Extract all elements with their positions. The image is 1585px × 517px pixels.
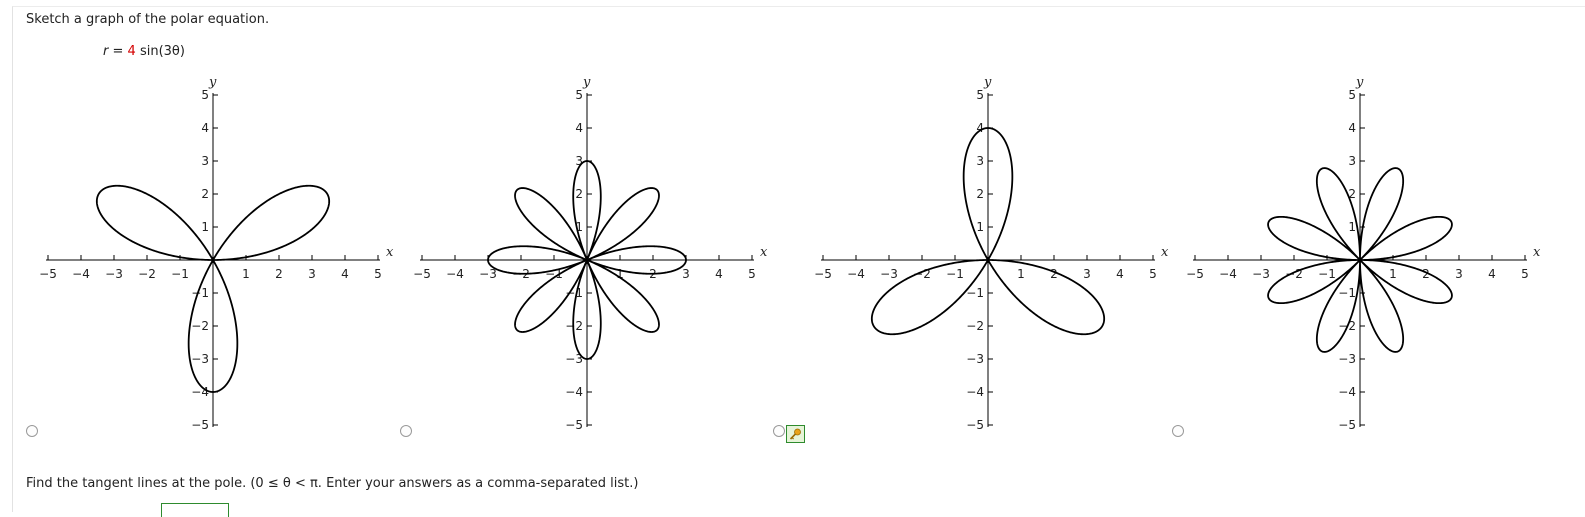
key-icon [789,428,801,440]
x-axis-label: x [760,245,768,260]
x-tick-label: 4 [715,267,723,281]
x-tick-label: −1 [1318,267,1336,281]
x-tick-label: −2 [138,267,156,281]
x-tick-label: 5 [1149,267,1157,281]
x-tick-label: −1 [946,267,964,281]
x-axis-label: x [1161,245,1169,260]
x-tick-label: 4 [1488,267,1496,281]
x-tick-label: −5 [1186,267,1204,281]
y-tick-label: −4 [1338,385,1356,399]
question-prompt: Sketch a graph of the polar equation. [26,12,270,27]
x-tick-label: 3 [1083,267,1091,281]
y-tick-label: 3 [1348,154,1356,168]
y-tick-label: 3 [976,154,984,168]
y-tick-label: −4 [191,385,209,399]
x-tick-label: 3 [1455,267,1463,281]
radio-option-c[interactable] [773,425,785,437]
y-tick-label: 5 [976,88,984,102]
x-tick-label: 2 [275,267,283,281]
y-tick-label: −1 [1338,286,1356,300]
x-tick-label: −3 [880,267,898,281]
y-tick-label: −2 [191,319,209,333]
y-tick-label: 1 [1348,220,1356,234]
x-axis-label: x [1533,245,1541,260]
x-tick-label: −5 [814,267,832,281]
x-tick-label: −4 [1219,267,1237,281]
y-axis-label: y [1355,75,1364,90]
x-tick-label: 5 [374,267,382,281]
x-tick-label: 2 [1050,267,1058,281]
y-tick-label: 4 [575,121,583,135]
equation-rest: sin(3θ) [135,44,185,59]
y-tick-label: −4 [966,385,984,399]
graph-option-b: −5 −5 −4 −4 −3 −3 −2 −2 −1 −1 1 1 2 2 3 3 4 4 5 5 x y [400,70,770,440]
graph-option-a: −5 −5 −4 −4 −3 −3 −2 −2 −1 −1 1 1 2 2 3 3 4 4 5 5 x y [26,70,396,440]
equation-equals: = [108,44,128,59]
y-tick-label: −4 [565,385,583,399]
radio-option-d[interactable] [1172,425,1184,437]
key-button[interactable] [786,425,805,443]
y-tick-label: 2 [976,187,984,201]
y-tick-label: −3 [191,352,209,366]
y-tick-label: 1 [976,220,984,234]
y-axis-label: y [208,75,217,90]
radio-option-b[interactable] [400,425,412,437]
y-tick-label: −5 [1338,418,1356,432]
y-tick-label: 1 [201,220,209,234]
tangent-lines-prompt: Find the tangent lines at the pole. (0 ≤… [26,476,639,491]
x-tick-label: 1 [242,267,250,281]
x-tick-label: −5 [39,267,57,281]
x-tick-label: 4 [1116,267,1124,281]
x-tick-label: 1 [1389,267,1397,281]
y-tick-label: 4 [201,121,209,135]
x-tick-label: −4 [446,267,464,281]
y-tick-label: −5 [565,418,583,432]
x-tick-label: −3 [479,267,497,281]
y-axis-label: y [582,75,591,90]
x-tick-label: −1 [171,267,189,281]
polar-equation: r = 4 sin(3θ) [103,44,185,59]
y-tick-label: 4 [1348,121,1356,135]
x-tick-label: −4 [72,267,90,281]
graph-option-c: −5 −5 −4 −4 −3 −3 −2 −2 −1 −1 1 1 2 2 3 3 4 4 5 5 x y [801,70,1171,440]
x-tick-label: −4 [847,267,865,281]
y-tick-label: 2 [575,187,583,201]
y-tick-label: 5 [201,88,209,102]
x-axis-label: x [386,245,394,260]
y-tick-label: 3 [201,154,209,168]
y-tick-label: −3 [966,352,984,366]
y-tick-label: −3 [1338,352,1356,366]
x-tick-label: −3 [105,267,123,281]
radio-option-a[interactable] [26,425,38,437]
x-tick-label: −3 [1252,267,1270,281]
y-tick-label: 2 [201,187,209,201]
tangent-lines-answer-input[interactable] [161,503,229,517]
y-tick-label: 5 [1348,88,1356,102]
graph-option-d: −5 −5 −4 −4 −3 −3 −2 −2 −1 −1 1 1 2 2 3 3 4 4 5 5 x y [1173,70,1543,440]
y-tick-label: −5 [191,418,209,432]
x-tick-label: −5 [413,267,431,281]
y-tick-label: −5 [966,418,984,432]
x-tick-label: 3 [308,267,316,281]
x-tick-label: 5 [748,267,756,281]
x-tick-label: 3 [682,267,690,281]
y-axis-label: y [983,75,992,90]
equation-coefficient: 4 [127,44,136,59]
x-tick-label: 5 [1521,267,1529,281]
y-tick-label: 5 [575,88,583,102]
y-tick-label: −2 [966,319,984,333]
y-tick-label: −1 [565,286,583,300]
x-tick-label: 1 [1017,267,1025,281]
x-tick-label: 4 [341,267,349,281]
